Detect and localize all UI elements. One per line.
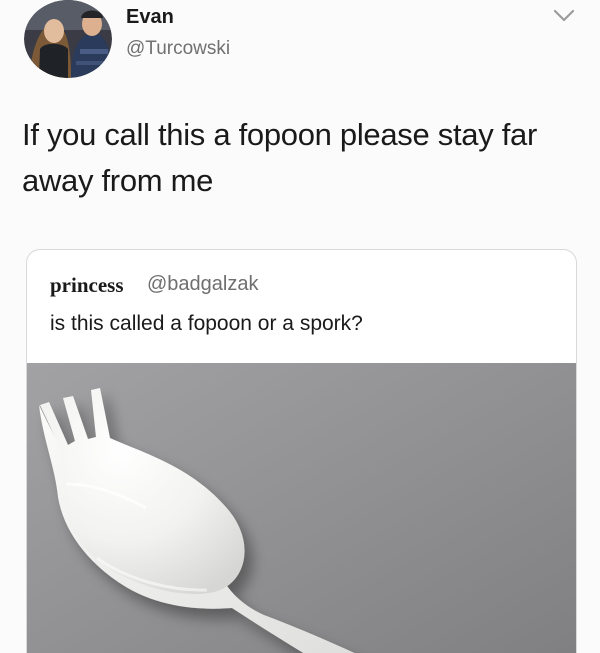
spork-photo [27,363,576,653]
username-handle[interactable]: @Turcowski [126,38,230,60]
quoted-tweet-card[interactable]: princess @badgalzak is this called a fop… [26,249,577,653]
quoted-author-handle[interactable]: @badgalzak [147,273,258,296]
display-name[interactable]: Evan [126,6,174,29]
quoted-tweet-text: is this called a fopoon or a spork? [50,312,363,335]
chevron-down-icon[interactable] [553,8,575,24]
quoted-author-name[interactable]: princess [50,273,124,298]
avatar-photo [24,0,112,78]
user-avatar[interactable] [24,0,112,78]
tweet-text: If you call this a fopoon please stay fa… [22,117,538,198]
tweet-header: Evan @Turcowski [0,0,600,90]
quoted-tweet-image[interactable] [27,363,576,653]
tweet-screenshot: Evan @Turcowski If you call this a fopoo… [0,0,600,653]
